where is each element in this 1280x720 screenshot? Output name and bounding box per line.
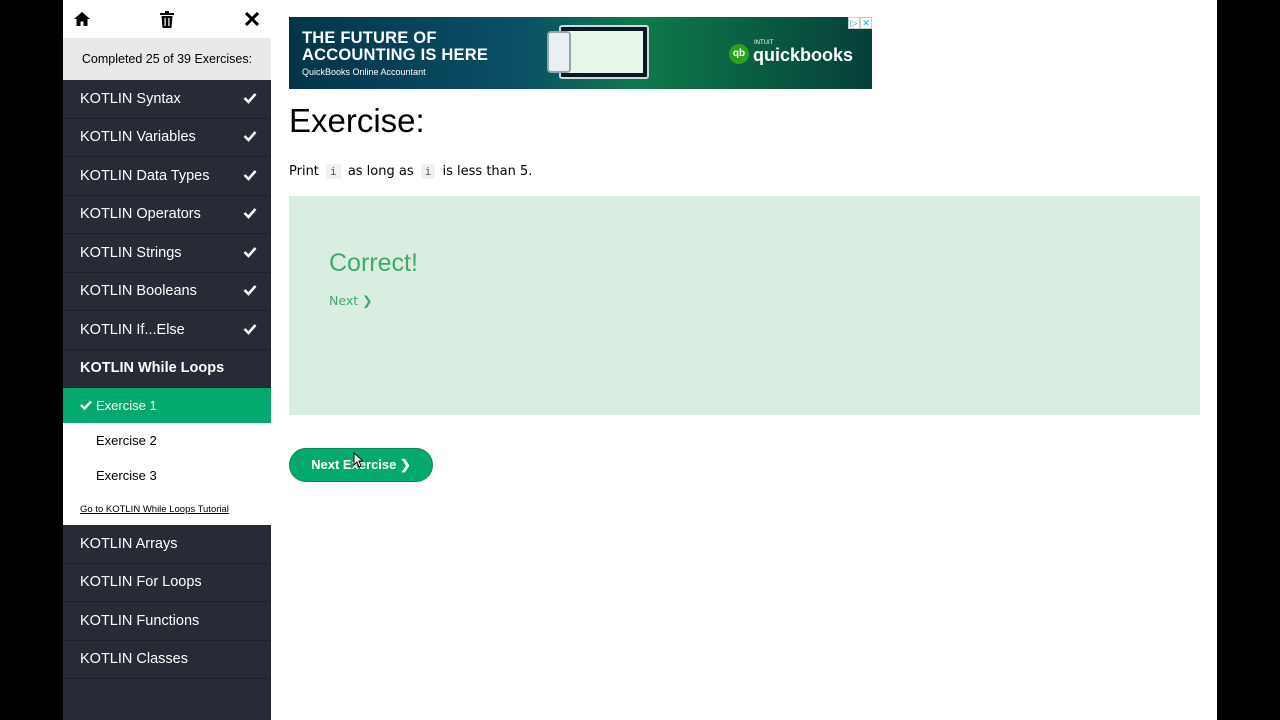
exercise-item-3[interactable]: Exercise 3 [63, 458, 271, 493]
intuit-label: INTUIT [754, 40, 774, 46]
check-icon [243, 323, 257, 337]
instruction-text: as long as [347, 164, 414, 179]
sidebar-item-label: KOTLIN Variables [80, 129, 196, 146]
sidebar-item-kotlin-classes[interactable]: KOTLIN Classes [63, 641, 271, 679]
check-icon [243, 92, 257, 106]
exercise-sidebar: Completed 25 of 39 Exercises: KOTLIN Syn… [63, 0, 271, 720]
mouse-cursor-icon [353, 452, 363, 468]
sidebar-item-label: KOTLIN Arrays [80, 535, 178, 552]
sidebar-item-label: KOTLIN Strings [80, 244, 182, 261]
next-link[interactable]: Next ❯ [329, 293, 373, 308]
check-icon [243, 130, 257, 144]
sidebar-item-while-loops[interactable]: KOTLIN While Loops [63, 349, 271, 388]
sidebar-item-kotlin-data-types[interactable]: KOTLIN Data Types [63, 157, 271, 196]
exercise-list: Exercise 1 Exercise 2 Exercise 3 Go to K… [63, 388, 271, 525]
sidebar-item-kotlin-syntax[interactable]: KOTLIN Syntax [63, 80, 271, 119]
inline-code: i [420, 164, 436, 179]
exercise-item-1[interactable]: Exercise 1 [63, 388, 271, 423]
sidebar-item-kotlin-arrays[interactable]: KOTLIN Arrays [63, 525, 271, 564]
sidebar-item-label: KOTLIN Booleans [80, 283, 197, 300]
ad-controls: ▷ ✕ [848, 17, 872, 29]
result-panel: Correct! Next ❯ [289, 196, 1200, 415]
tutorial-link[interactable]: Go to KOTLIN While Loops Tutorial [63, 493, 271, 525]
sidebar-item-kotlin-booleans[interactable]: KOTLIN Booleans [63, 273, 271, 311]
ad-info-icon[interactable]: ▷ [848, 17, 860, 29]
home-icon[interactable] [72, 9, 92, 29]
sidebar-item-label: KOTLIN Functions [80, 612, 200, 629]
check-icon [243, 207, 257, 221]
check-icon [80, 398, 92, 413]
laptop-image [559, 25, 649, 79]
brand-name: quickbooks [753, 45, 854, 65]
sidebar-item-kotlin-strings[interactable]: KOTLIN Strings [63, 234, 271, 273]
trash-icon[interactable] [157, 9, 177, 29]
sidebar-item-label: KOTLIN Classes [80, 651, 188, 668]
check-icon [243, 169, 257, 183]
sidebar-item-label: KOTLIN Operators [80, 206, 201, 223]
browser-viewport: Completed 25 of 39 Exercises: KOTLIN Syn… [63, 0, 1217, 720]
ad-headline-line-1: THE FUTURE OF [302, 29, 437, 47]
exercise-label: Exercise 2 [96, 433, 157, 448]
exercise-instruction: Print i as long as i is less than 5. [289, 164, 532, 179]
sidebar-item-label: KOTLIN Data Types [80, 167, 210, 184]
progress-text: Completed 25 of 39 Exercises: [63, 38, 271, 80]
ad-subtitle: QuickBooks Online Accountant [302, 67, 426, 77]
exercise-label: Exercise 3 [96, 468, 157, 483]
qb-badge-icon: qb [729, 43, 749, 64]
inline-code: i [326, 164, 341, 179]
sidebar-item-kotlin-for-loops[interactable]: KOTLIN For Loops [63, 564, 271, 602]
check-icon [243, 284, 257, 298]
quickbooks-logo: qb INTUIT quickbooks [729, 40, 854, 66]
instruction-text: is less than 5. [442, 164, 533, 179]
phone-image [547, 31, 571, 73]
close-icon[interactable] [242, 9, 262, 29]
sidebar-item-kotlin-operators[interactable]: KOTLIN Operators [63, 196, 271, 234]
sidebar-item-kotlin-if-else[interactable]: KOTLIN If...Else [63, 311, 271, 350]
ad-close-icon[interactable]: ✕ [860, 17, 872, 29]
sidebar-item-kotlin-variables[interactable]: KOTLIN Variables [63, 119, 271, 157]
instruction-text: Print [289, 164, 319, 179]
sidebar-item-label: KOTLIN While Loops [80, 360, 225, 377]
check-icon [243, 246, 257, 260]
exercise-item-2[interactable]: Exercise 2 [63, 423, 271, 458]
sidebar-item-label: KOTLIN If...Else [80, 321, 185, 338]
correct-message: Correct! [329, 249, 418, 277]
sidebar-item-kotlin-functions[interactable]: KOTLIN Functions [63, 602, 271, 641]
sidebar-toolbar [63, 0, 271, 38]
page-title: Exercise: [289, 102, 425, 139]
ad-headline-line-2: ACCOUNTING IS HERE [302, 46, 489, 64]
sidebar-item-label: KOTLIN Syntax [80, 90, 181, 107]
exercise-label: Exercise 1 [96, 398, 157, 413]
advertisement-banner[interactable]: THE FUTURE OF ACCOUNTING IS HERE QuickBo… [289, 17, 872, 89]
ad-headline: THE FUTURE OF ACCOUNTING IS HERE [302, 30, 488, 64]
sidebar-item-label: KOTLIN For Loops [80, 574, 202, 591]
